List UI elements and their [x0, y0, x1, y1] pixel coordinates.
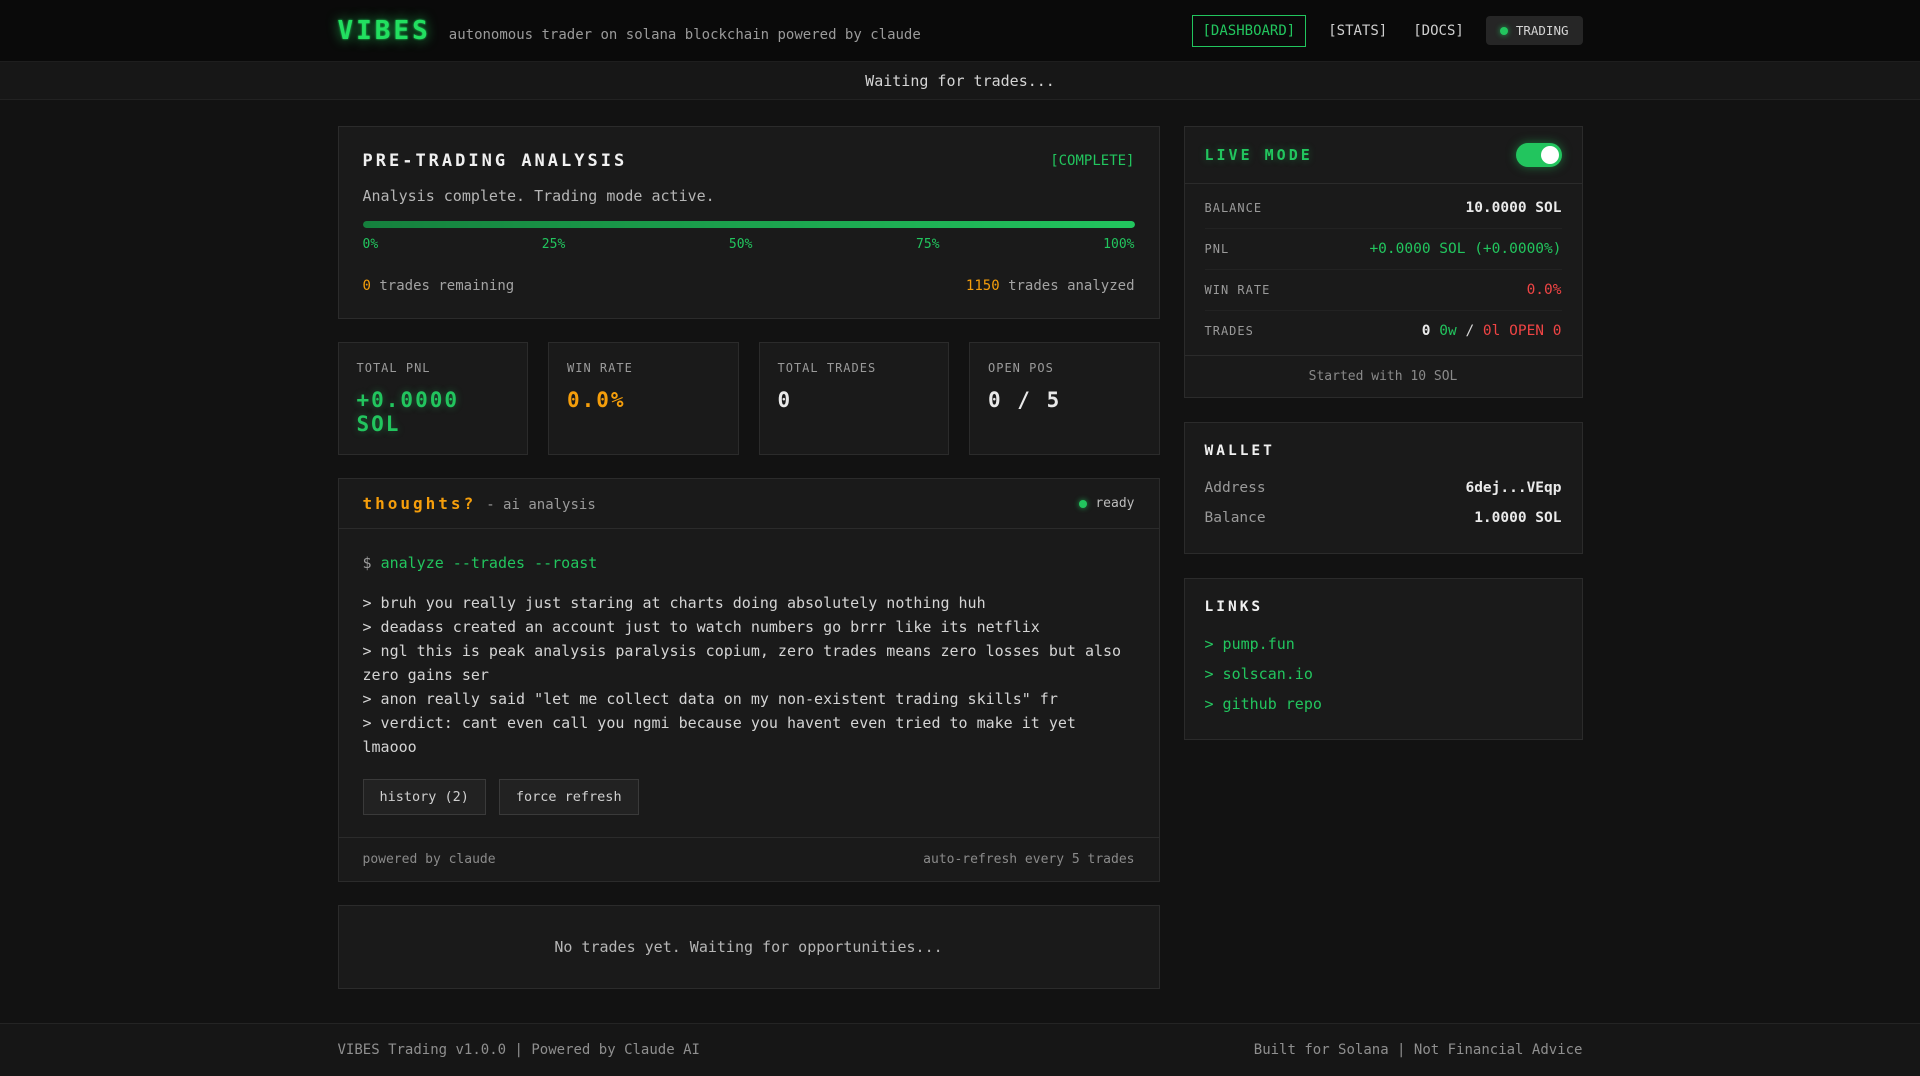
winrate-row: WIN RATE 0.0% [1205, 270, 1562, 311]
pre-trading-analysis-card: PRE-TRADING ANALYSIS [COMPLETE] Analysis… [338, 126, 1160, 319]
stat-label: TOTAL PNL [357, 361, 510, 375]
page-footer: VIBES Trading v1.0.0 | Powered by Claude… [0, 1023, 1920, 1076]
stat-label: WIN RATE [567, 361, 720, 375]
stat-label: OPEN POS [988, 361, 1141, 375]
status-dot-icon [1500, 27, 1508, 35]
ticker-message: Waiting for trades... [865, 72, 1055, 90]
balance-row: BALANCE 10.0000 SOL [1205, 188, 1562, 229]
nav-dashboard[interactable]: [DASHBOARD] [1192, 15, 1307, 47]
live-mode-toggle[interactable] [1516, 143, 1562, 167]
wallet-address-label: Address [1205, 480, 1266, 496]
stat-card-total-pnl: TOTAL PNL +0.0000 SOL [338, 342, 529, 455]
stat-value-total-pnl: +0.0000 SOL [357, 388, 510, 436]
trades-analyzed: 1150 trades analyzed [966, 278, 1135, 294]
stat-label: TOTAL TRADES [778, 361, 931, 375]
nav-stats[interactable]: [STATS] [1324, 16, 1391, 46]
stat-value-win-rate: 0.0% [567, 388, 720, 412]
live-mode-title: LIVE MODE [1205, 146, 1313, 164]
links-card: LINKS > pump.fun > solscan.io > github r… [1184, 578, 1583, 740]
analysis-message: Analysis complete. Trading mode active. [363, 187, 1135, 205]
scale-tick-75: 75% [916, 237, 939, 252]
wallet-address-row: Address 6dej...VEqp [1205, 473, 1562, 503]
thoughts-card: thoughts? - ai analysis ready $ analyze … [338, 478, 1160, 882]
roast-line: > verdict: cant even call you ngmi becau… [363, 711, 1135, 759]
powered-by-label: powered by claude [363, 852, 496, 867]
started-with-label: Started with 10 SOL [1309, 369, 1458, 384]
winrate-label: WIN RATE [1205, 283, 1271, 297]
trades-losses: 0l [1483, 323, 1500, 339]
trading-status-label: TRADING [1516, 23, 1569, 38]
balance-label: BALANCE [1205, 201, 1263, 215]
wallet-balance-row: Balance 1.0000 SOL [1205, 503, 1562, 533]
trades-total: 0 [1422, 323, 1431, 339]
roast-line: > deadass created an account just to wat… [363, 615, 1135, 639]
thoughts-title: thoughts? [363, 494, 477, 513]
analysis-status-badge: [COMPLETE] [1050, 153, 1134, 169]
trades-empty-message: No trades yet. Waiting for opportunities… [554, 938, 942, 956]
trades-analyzed-label: trades analyzed [1008, 278, 1134, 294]
auto-refresh-label: auto-refresh every 5 trades [923, 852, 1134, 867]
scale-tick-100: 100% [1103, 237, 1134, 252]
progress-scale: 0% 25% 50% 75% 100% [363, 237, 1135, 252]
ticker-bar: Waiting for trades... [0, 62, 1920, 100]
terminal-prompt: $ [363, 554, 372, 572]
stat-card-win-rate: WIN RATE 0.0% [548, 342, 739, 455]
stat-value-total-trades: 0 [778, 388, 931, 412]
wallet-address-value: 6dej...VEqp [1465, 480, 1561, 496]
trades-remaining-value: 0 [363, 278, 371, 294]
trades-row: TRADES 0 0w / 0l OPEN 0 [1205, 311, 1562, 351]
balance-value: 10.0000 SOL [1465, 200, 1561, 216]
trades-value: 0 0w / 0l OPEN 0 [1422, 323, 1562, 339]
wallet-title: WALLET [1205, 443, 1562, 459]
analysis-progress-fill [363, 221, 1135, 228]
trades-label: TRADES [1205, 324, 1254, 338]
winrate-value: 0.0% [1527, 282, 1562, 298]
footer-version-label: VIBES Trading v1.0.0 | Powered by Claude… [338, 1042, 700, 1058]
analysis-progress-bar [363, 221, 1135, 228]
app-header: VIBES autonomous trader on solana blockc… [0, 0, 1920, 62]
thoughts-subtitle: - ai analysis [486, 497, 596, 513]
links-title: LINKS [1205, 599, 1562, 615]
trades-open: OPEN 0 [1509, 323, 1561, 339]
history-button[interactable]: history (2) [363, 779, 486, 815]
trades-empty-card: No trades yet. Waiting for opportunities… [338, 905, 1160, 989]
stat-value-open-pos: 0 / 5 [988, 388, 1141, 412]
tagline: autonomous trader on solana blockchain p… [449, 27, 921, 43]
trades-analyzed-value: 1150 [966, 278, 1000, 294]
roast-line: > bruh you really just staring at charts… [363, 591, 1135, 615]
pnl-label: PNL [1205, 242, 1230, 256]
link-github-repo[interactable]: > github repo [1205, 689, 1562, 719]
pnl-value: +0.0000 SOL (+0.0000%) [1369, 241, 1561, 257]
trades-wins: 0w [1439, 323, 1456, 339]
trading-status-badge: TRADING [1486, 16, 1583, 45]
wallet-balance-value: 1.0000 SOL [1474, 510, 1561, 526]
stats-row: TOTAL PNL +0.0000 SOL WIN RATE 0.0% TOTA… [338, 342, 1160, 455]
live-mode-card: LIVE MODE BALANCE 10.0000 SOL PNL +0.000… [1184, 126, 1583, 398]
ready-dot-icon [1079, 500, 1087, 508]
link-pump-fun[interactable]: > pump.fun [1205, 629, 1562, 659]
wallet-card: WALLET Address 6dej...VEqp Balance 1.000… [1184, 422, 1583, 554]
force-refresh-button[interactable]: force refresh [499, 779, 639, 815]
scale-tick-25: 25% [542, 237, 565, 252]
link-solscan[interactable]: > solscan.io [1205, 659, 1562, 689]
footer-disclaimer-label: Built for Solana | Not Financial Advice [1254, 1042, 1583, 1058]
roast-line: > ngl this is peak analysis paralysis co… [363, 639, 1135, 687]
pnl-row: PNL +0.0000 SOL (+0.0000%) [1205, 229, 1562, 270]
nav-docs[interactable]: [DOCS] [1409, 16, 1468, 46]
analysis-title: PRE-TRADING ANALYSIS [363, 151, 628, 171]
terminal-command: analyze --trades --roast [381, 554, 598, 572]
wallet-balance-label: Balance [1205, 510, 1266, 526]
scale-tick-50: 50% [729, 237, 752, 252]
vibes-logo[interactable]: VIBES [338, 16, 431, 46]
stat-card-open-pos: OPEN POS 0 / 5 [969, 342, 1160, 455]
trades-remaining: 0 trades remaining [363, 278, 515, 294]
ready-label: ready [1095, 496, 1134, 511]
trades-separator: / [1465, 323, 1474, 339]
roast-line: > anon really said "let me collect data … [363, 687, 1135, 711]
trades-remaining-label: trades remaining [379, 278, 514, 294]
stat-card-total-trades: TOTAL TRADES 0 [759, 342, 950, 455]
ready-badge: ready [1079, 496, 1134, 511]
scale-tick-0: 0% [363, 237, 379, 252]
